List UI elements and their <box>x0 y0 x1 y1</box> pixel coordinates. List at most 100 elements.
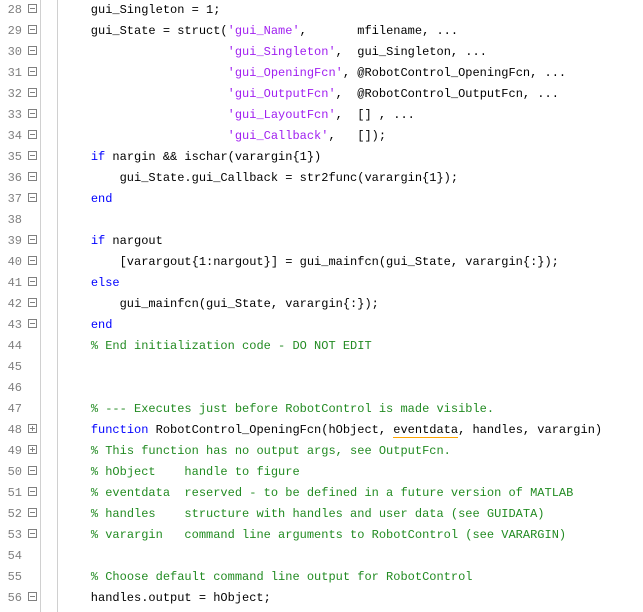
code-line[interactable]: gui_mainfcn(gui_State, varargin{:}); <box>62 294 643 315</box>
code-line[interactable] <box>62 378 643 399</box>
fold-marker <box>26 399 40 420</box>
code-line[interactable]: gui_State = struct('gui_Name', mfilename… <box>62 21 643 42</box>
line-number: 53 <box>0 525 22 546</box>
code-line[interactable]: [varargout{1:nargout}] = gui_mainfcn(gui… <box>62 252 643 273</box>
line-number: 29 <box>0 21 22 42</box>
code-line[interactable]: if nargin && ischar(varargin{1}) <box>62 147 643 168</box>
fold-marker[interactable] <box>26 21 40 42</box>
code-token: % hObject handle to figure <box>91 465 300 479</box>
code-line[interactable]: % hObject handle to figure <box>62 462 643 483</box>
collapse-icon[interactable] <box>28 529 37 538</box>
code-line[interactable]: % eventdata reserved - to be defined in … <box>62 483 643 504</box>
line-number-gutter: 2829303132333435363738394041424344454647… <box>0 0 26 612</box>
code-token: , []); <box>328 129 386 143</box>
code-line[interactable]: % This function has no output args, see … <box>62 441 643 462</box>
collapse-icon[interactable] <box>28 67 37 76</box>
code-line[interactable]: % varargin command line arguments to Rob… <box>62 525 643 546</box>
code-line[interactable]: function RobotControl_OpeningFcn(hObject… <box>62 420 643 441</box>
collapse-icon[interactable] <box>28 25 37 34</box>
fold-marker[interactable] <box>26 231 40 252</box>
code-line[interactable]: end <box>62 189 643 210</box>
collapse-icon[interactable] <box>28 46 37 55</box>
code-line[interactable] <box>62 357 643 378</box>
collapse-icon[interactable] <box>28 256 37 265</box>
fold-marker[interactable] <box>26 126 40 147</box>
code-token <box>62 402 91 416</box>
fold-marker[interactable] <box>26 273 40 294</box>
fold-column[interactable] <box>26 0 40 612</box>
fold-marker[interactable] <box>26 147 40 168</box>
code-token: eventdata <box>393 423 458 438</box>
fold-marker[interactable] <box>26 462 40 483</box>
code-line[interactable]: % handles structure with handles and use… <box>62 504 643 525</box>
code-token: % --- Executes just before RobotControl … <box>91 402 494 416</box>
fold-marker[interactable] <box>26 105 40 126</box>
code-line[interactable]: 'gui_OpeningFcn', @RobotControl_OpeningF… <box>62 63 643 84</box>
fold-marker[interactable] <box>26 42 40 63</box>
line-number: 52 <box>0 504 22 525</box>
code-line[interactable]: 'gui_OutputFcn', @RobotControl_OutputFcn… <box>62 84 643 105</box>
code-line[interactable]: end <box>62 315 643 336</box>
collapse-icon[interactable] <box>28 277 37 286</box>
code-line[interactable]: % --- Executes just before RobotControl … <box>62 399 643 420</box>
expand-icon[interactable] <box>28 445 37 454</box>
collapse-icon[interactable] <box>28 298 37 307</box>
code-token <box>62 192 91 206</box>
code-line[interactable]: handles.output = hObject; <box>62 588 643 609</box>
fold-marker <box>26 336 40 357</box>
fold-marker[interactable] <box>26 84 40 105</box>
collapse-icon[interactable] <box>28 193 37 202</box>
fold-marker[interactable] <box>26 63 40 84</box>
fold-marker[interactable] <box>26 483 40 504</box>
line-number: 50 <box>0 462 22 483</box>
code-line[interactable]: 'gui_Callback', []); <box>62 126 643 147</box>
collapse-icon[interactable] <box>28 487 37 496</box>
code-editor[interactable]: 2829303132333435363738394041424344454647… <box>0 0 643 612</box>
fold-marker[interactable] <box>26 189 40 210</box>
fold-marker[interactable] <box>26 294 40 315</box>
code-line[interactable]: else <box>62 273 643 294</box>
collapse-icon[interactable] <box>28 592 37 601</box>
code-token: , mfilename, ... <box>300 24 458 38</box>
fold-marker[interactable] <box>26 0 40 21</box>
fold-marker[interactable] <box>26 441 40 462</box>
fold-marker[interactable] <box>26 420 40 441</box>
line-number: 31 <box>0 63 22 84</box>
collapse-icon[interactable] <box>28 319 37 328</box>
collapse-icon[interactable] <box>28 172 37 181</box>
code-line[interactable] <box>62 210 643 231</box>
collapse-icon[interactable] <box>28 151 37 160</box>
code-token <box>62 129 228 143</box>
code-line[interactable]: 'gui_Singleton', gui_Singleton, ... <box>62 42 643 63</box>
code-token <box>62 276 91 290</box>
collapse-icon[interactable] <box>28 130 37 139</box>
collapse-icon[interactable] <box>28 235 37 244</box>
code-line[interactable]: % Choose default command line output for… <box>62 567 643 588</box>
expand-icon[interactable] <box>28 424 37 433</box>
code-token <box>62 339 91 353</box>
code-line[interactable]: gui_State.gui_Callback = str2func(vararg… <box>62 168 643 189</box>
fold-marker[interactable] <box>26 315 40 336</box>
fold-marker[interactable] <box>26 504 40 525</box>
fold-marker[interactable] <box>26 252 40 273</box>
code-line[interactable]: 'gui_LayoutFcn', [] , ... <box>62 105 643 126</box>
fold-marker[interactable] <box>26 168 40 189</box>
code-token <box>62 213 69 227</box>
collapse-icon[interactable] <box>28 508 37 517</box>
code-line[interactable]: if nargout <box>62 231 643 252</box>
collapse-icon[interactable] <box>28 109 37 118</box>
code-line[interactable]: gui_Singleton = 1; <box>62 0 643 21</box>
collapse-icon[interactable] <box>28 466 37 475</box>
collapse-icon[interactable] <box>28 4 37 13</box>
collapse-icon[interactable] <box>28 88 37 97</box>
code-line[interactable] <box>62 546 643 567</box>
fold-marker[interactable] <box>26 588 40 609</box>
code-token <box>62 234 91 248</box>
code-token <box>62 381 69 395</box>
code-area[interactable]: gui_Singleton = 1; gui_State = struct('g… <box>58 0 643 612</box>
code-token: function <box>91 423 149 437</box>
code-line[interactable]: % End initialization code - DO NOT EDIT <box>62 336 643 357</box>
line-number: 38 <box>0 210 22 231</box>
code-token: nargout <box>105 234 163 248</box>
fold-marker[interactable] <box>26 525 40 546</box>
